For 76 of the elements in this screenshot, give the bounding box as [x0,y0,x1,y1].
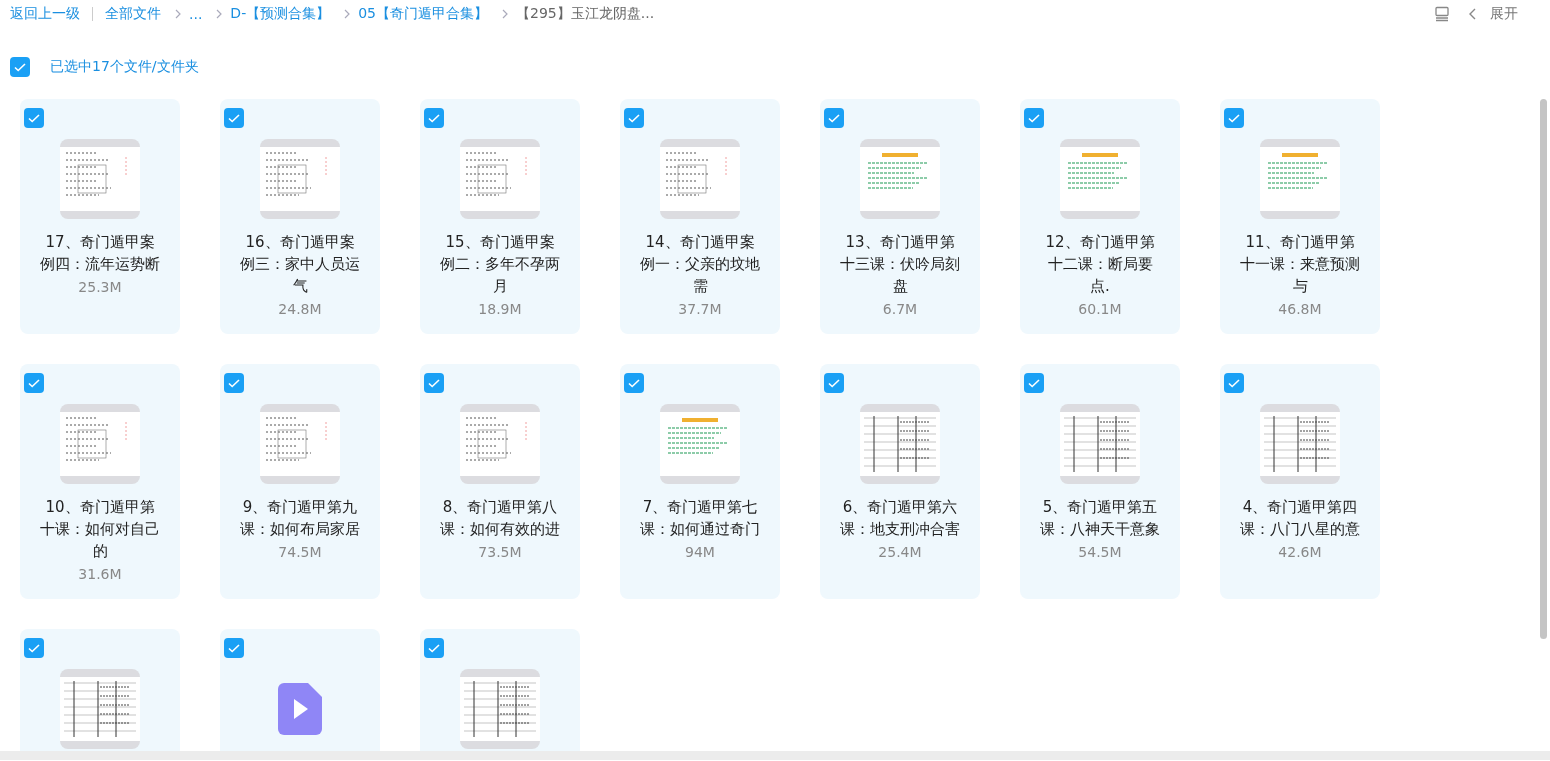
file-name: 7、奇门遁甲第七课：如何通过奇门 [639,497,761,540]
chevron-left-icon[interactable] [1468,8,1476,20]
file-checkbox[interactable] [1024,108,1044,128]
file-name: 16、奇门遁甲案例三：家中人员运气 [239,232,361,297]
file-checkbox[interactable] [1224,108,1244,128]
file-card[interactable]: 10、奇门遁甲第十课：如何对自己的 31.6M [20,364,180,599]
file-name: 4、奇门遁甲第四课：八门八星的意 [1239,497,1361,540]
selection-count-label: 已选中17个文件/文件夹 [50,58,199,76]
expand-button[interactable]: 展开 [1490,5,1518,23]
file-checkbox[interactable] [224,638,244,658]
file-card[interactable]: 8、奇门遁甲第八课：如何有效的进 73.5M [420,364,580,599]
file-size: 18.9M [478,301,522,317]
file-card[interactable]: 14、奇门遁甲案例一：父亲的坟地需 37.7M [620,99,780,334]
file-size: 74.5M [278,544,322,560]
file-card[interactable]: 6、奇门遁甲第六课：地支刑冲合害 25.4M [820,364,980,599]
breadcrumb-link[interactable]: 全部文件 [105,5,161,23]
file-card[interactable]: 4、奇门遁甲第四课：八门八星的意 42.6M [1220,364,1380,599]
current-folder-label: 【295】玉江龙阴盘... [516,5,655,23]
file-checkbox[interactable] [624,373,644,393]
file-checkbox[interactable] [424,373,444,393]
chevron-right-icon [175,8,182,19]
file-size: 60.1M [1078,301,1122,317]
file-size: 37.7M [678,301,722,317]
file-size: 73.5M [478,544,522,560]
file-checkbox[interactable] [24,108,44,128]
select-all-checkbox[interactable] [10,57,30,77]
breadcrumb-link[interactable]: D-【预测合集】 [230,5,331,23]
file-name: 12、奇门遁甲第十二课：断局要点. [1044,232,1156,297]
file-name: 11、奇门遁甲第十一课：来意预测与 [1239,232,1361,297]
file-name: 6、奇门遁甲第六课：地支刑冲合害 [839,497,961,540]
file-size: 42.6M [1278,544,1322,560]
file-size: 25.3M [78,279,122,295]
file-size: 94M [685,544,715,560]
breadcrumb-link[interactable]: ... [189,6,203,22]
file-card[interactable]: 9、奇门遁甲第九课：如何布局家居 74.5M [220,364,380,599]
file-card[interactable]: 12、奇门遁甲第十二课：断局要点. 60.1M [1020,99,1180,334]
file-name: 10、奇门遁甲第十课：如何对自己的 [39,497,161,562]
file-checkbox[interactable] [224,108,244,128]
file-card[interactable]: 11、奇门遁甲第十一课：来意预测与 46.8M [1220,99,1380,334]
chevron-right-icon [344,8,352,19]
chevron-right-icon [502,8,510,19]
file-card[interactable]: 5、奇门遁甲第五课：八神天干意象 54.5M [1020,364,1180,599]
file-name: 14、奇门遁甲案例一：父亲的坟地需 [639,232,761,297]
file-checkbox[interactable] [24,638,44,658]
file-card[interactable]: 16、奇门遁甲案例三：家中人员运气 24.8M [220,99,380,334]
file-name: 5、奇门遁甲第五课：八神天干意象 [1039,497,1161,540]
file-size: 25.4M [878,544,922,560]
file-name: 8、奇门遁甲第八课：如何有效的进 [439,497,561,540]
file-name: 9、奇门遁甲第九课：如何布局家居 [239,497,361,540]
file-name: 15、奇门遁甲案例二：多年不孕两月 [439,232,561,297]
file-size: 31.6M [78,566,122,582]
file-name: 17、奇门遁甲案例四：流年运势断 [39,232,161,275]
file-size: 54.5M [1078,544,1122,560]
file-size: 24.8M [278,301,322,317]
video-file-icon [278,683,322,735]
chevron-right-icon [216,8,224,19]
file-card[interactable]: 15、奇门遁甲案例二：多年不孕两月 18.9M [420,99,580,334]
file-size: 46.8M [1278,301,1322,317]
file-checkbox[interactable] [624,108,644,128]
file-checkbox[interactable] [224,373,244,393]
file-checkbox[interactable] [824,108,844,128]
file-checkbox[interactable] [1224,373,1244,393]
file-card[interactable]: 13、奇门遁甲第十三课：伏吟局刻盘 6.7M [820,99,980,334]
back-link[interactable]: 返回上一级 [10,5,80,23]
breadcrumb-link[interactable]: 05【奇门遁甲合集】 [358,5,489,23]
file-checkbox[interactable] [1024,373,1044,393]
list-view-icon[interactable] [1434,6,1450,22]
file-name: 13、奇门遁甲第十三课：伏吟局刻盘 [839,232,961,297]
file-size: 6.7M [882,301,918,317]
file-checkbox[interactable] [24,373,44,393]
file-card[interactable]: 17、奇门遁甲案例四：流年运势断 25.3M [20,99,180,334]
file-checkbox[interactable] [824,373,844,393]
file-card[interactable]: 7、奇门遁甲第七课：如何通过奇门 94M [620,364,780,599]
file-checkbox[interactable] [424,108,444,128]
file-checkbox[interactable] [424,638,444,658]
scrollbar[interactable] [1540,99,1547,639]
